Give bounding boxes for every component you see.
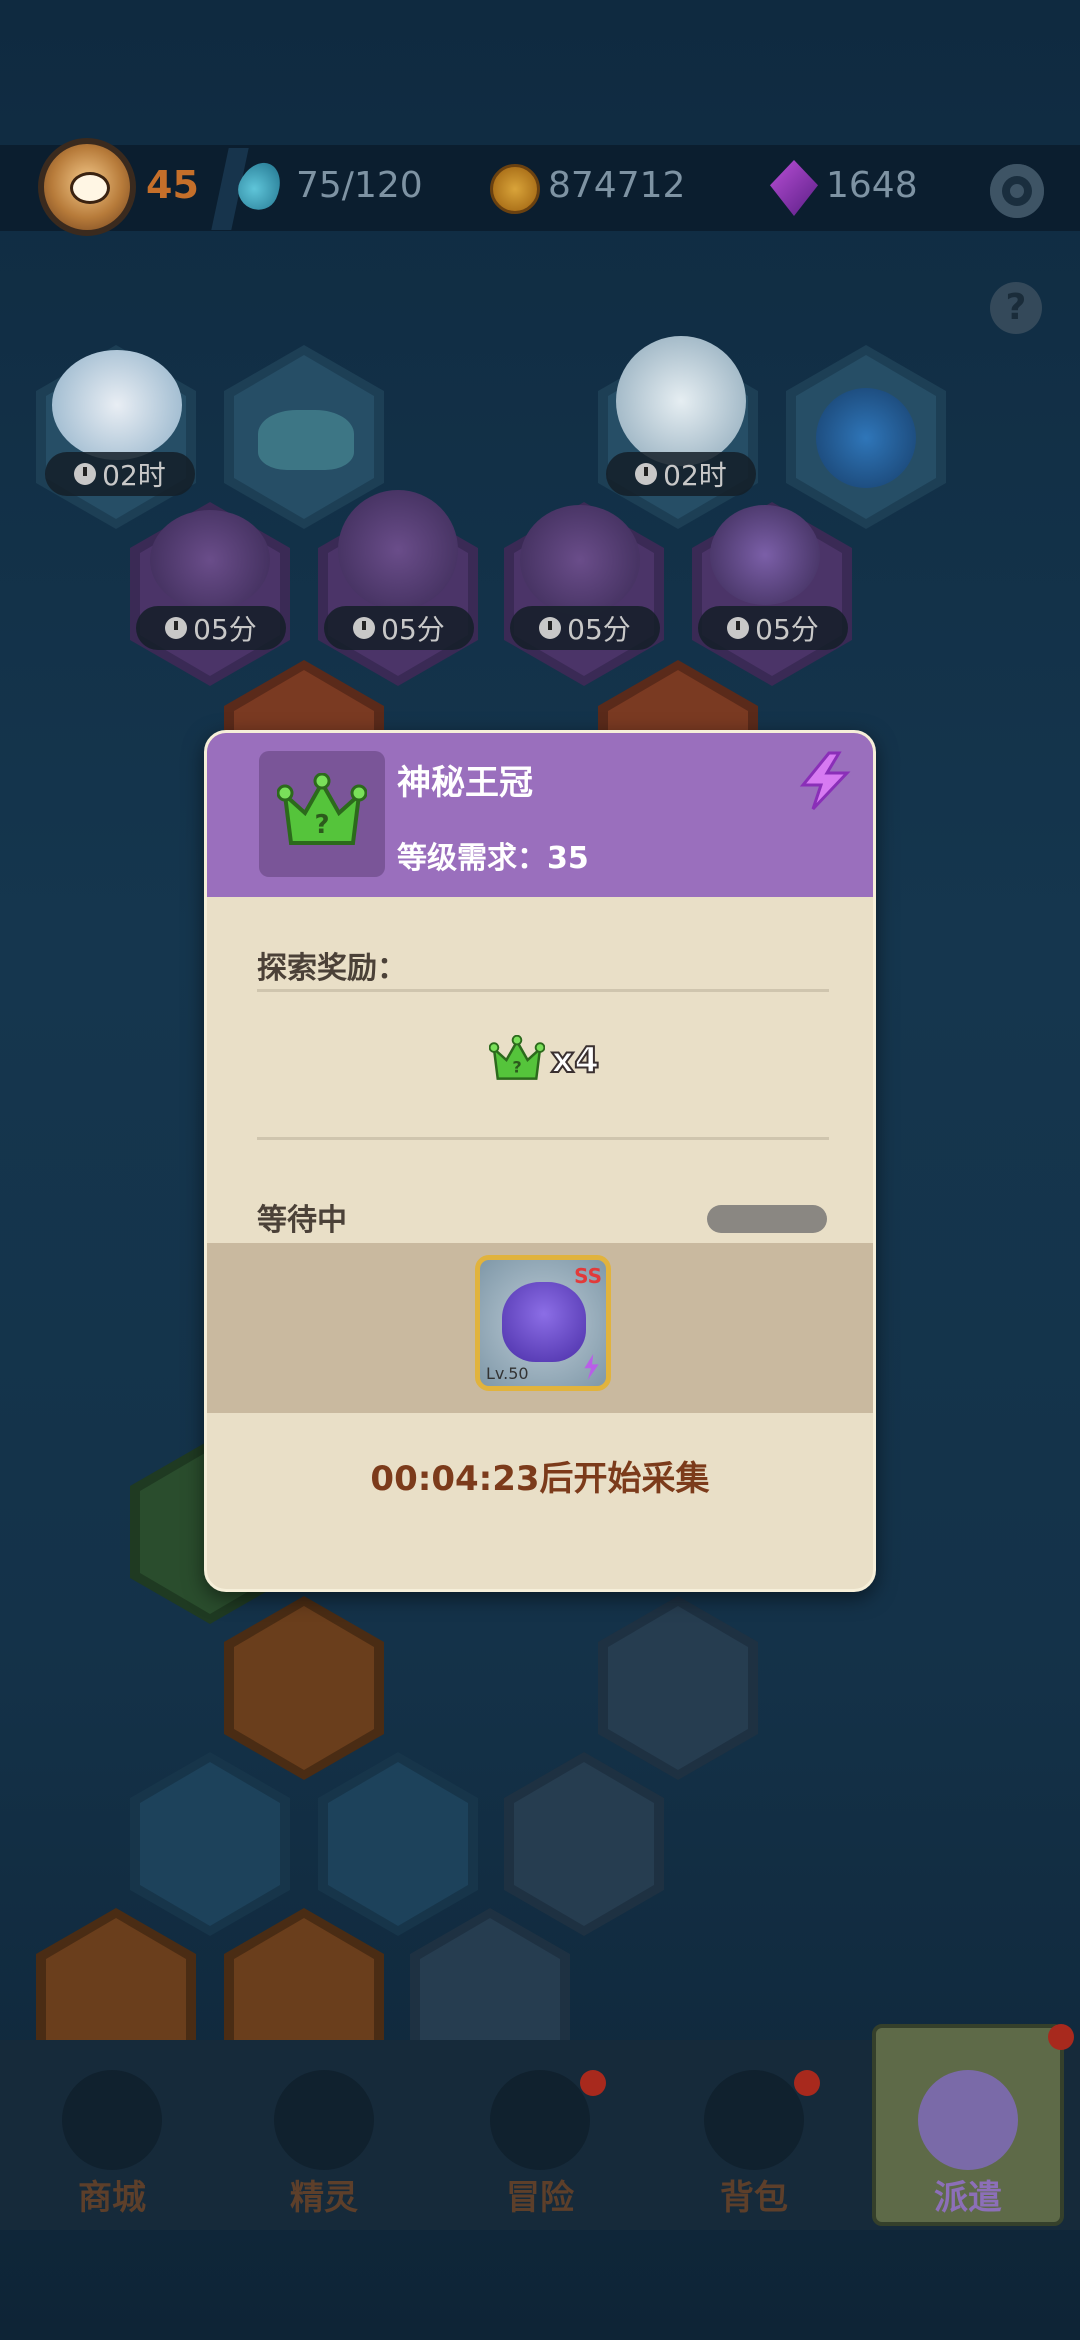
level-requirement: 等级需求：35 (397, 841, 589, 876)
timer-text: 05分 (567, 613, 631, 646)
jellyfish-creature (710, 505, 820, 605)
timer-badge: 05分 (510, 606, 660, 650)
reward-count: x4 (550, 1039, 600, 1082)
hex-tile[interactable] (504, 1752, 664, 1936)
nav-label: 派遣 (934, 2178, 1002, 2218)
rock-icon (258, 410, 354, 470)
nav-label: 冒险 (506, 2178, 574, 2218)
svg-text:?: ? (512, 1057, 521, 1076)
nav-item-bag[interactable]: 背包 (674, 2070, 834, 2230)
progress-bar (707, 1205, 827, 1233)
timer-badge: 05分 (698, 606, 848, 650)
expedition-dialog: ? 神秘王冠 等级需求：35 探索奖励： ? x4 等待中 SS Lv.50 0… (204, 730, 876, 1592)
timer-text: 05分 (193, 613, 257, 646)
nav-label: 精灵 (290, 2178, 358, 2218)
clock-icon (353, 617, 376, 639)
lightning-icon[interactable] (795, 751, 855, 811)
clock-icon (165, 617, 188, 639)
timer-text: 02时 (102, 459, 166, 492)
divider (257, 1137, 829, 1140)
status-label: 等待中 (257, 1203, 347, 1238)
clock-icon (635, 463, 658, 485)
team-strip: SS Lv.50 (207, 1243, 873, 1413)
dragon-creature (520, 505, 640, 615)
monster-card[interactable]: SS Lv.50 (475, 1255, 611, 1391)
hex-tile[interactable] (130, 1752, 290, 1936)
jellyfish-monster-icon (502, 1282, 586, 1362)
energy-value: 75/120 (296, 165, 423, 206)
monster-rank: SS (574, 1264, 602, 1288)
nav-label: 商城 (78, 2178, 146, 2218)
notification-dot (1048, 2024, 1074, 2050)
monster-level: Lv.50 (486, 1364, 529, 1383)
warrior-creature (338, 490, 458, 610)
divider (257, 989, 829, 992)
hex-tile[interactable] (598, 1596, 758, 1780)
nav-item-adventure[interactable]: 冒险 (460, 2070, 620, 2230)
notification-dot (580, 2070, 606, 2096)
mystery-orb-icon (816, 388, 916, 488)
crown-icon: ? (277, 773, 367, 845)
mountain-icon (490, 2070, 590, 2170)
clock-icon (727, 617, 750, 639)
nav-label: 背包 (720, 2178, 788, 2218)
timer-text: 02时 (663, 459, 727, 492)
reward-label: 探索奖励： (257, 951, 407, 986)
location-pin-icon (918, 2070, 1018, 2170)
status-bar (0, 0, 1080, 140)
lightning-icon (584, 1354, 599, 1380)
timer-badge: 02时 (45, 452, 195, 496)
yeti-creature (616, 336, 746, 466)
hex-tile[interactable] (224, 1596, 384, 1780)
player-avatar[interactable] (38, 138, 136, 236)
timer-badge: 05分 (136, 606, 286, 650)
coin-icon (490, 164, 540, 214)
svg-text:?: ? (314, 810, 329, 840)
spirit-icon (274, 2070, 374, 2170)
hex-tile[interactable] (318, 1752, 478, 1936)
gem-value: 1648 (826, 165, 918, 206)
settings-gear-icon[interactable] (990, 164, 1044, 218)
bag-icon (704, 2070, 804, 2170)
notification-dot (794, 2070, 820, 2096)
nav-item-dispatch[interactable]: 派遣 (888, 2024, 1074, 2230)
dialog-title: 神秘王冠 (397, 763, 533, 803)
clock-icon (539, 617, 562, 639)
timer-text: 05分 (381, 613, 445, 646)
shop-icon (62, 2070, 162, 2170)
crown-icon: ? (489, 1035, 545, 1080)
help-button[interactable]: ? (990, 282, 1042, 334)
nav-item-shop[interactable]: 商城 (32, 2070, 192, 2230)
timer-badge: 02时 (606, 452, 756, 496)
reward-item[interactable]: ? x4 (489, 1035, 600, 1085)
dialog-header: ? 神秘王冠 等级需求：35 (207, 733, 873, 897)
timer-text: 05分 (755, 613, 819, 646)
owl-creature (52, 350, 182, 460)
player-level: 45 (146, 163, 199, 207)
clock-icon (74, 463, 97, 485)
timer-badge: 05分 (324, 606, 474, 650)
coin-value: 874712 (548, 165, 686, 206)
pegasus-creature (150, 510, 270, 610)
nav-item-spirits[interactable]: 精灵 (244, 2070, 404, 2230)
item-slot: ? (259, 751, 385, 877)
countdown-text: 00:04:23后开始采集 (370, 1459, 710, 1499)
